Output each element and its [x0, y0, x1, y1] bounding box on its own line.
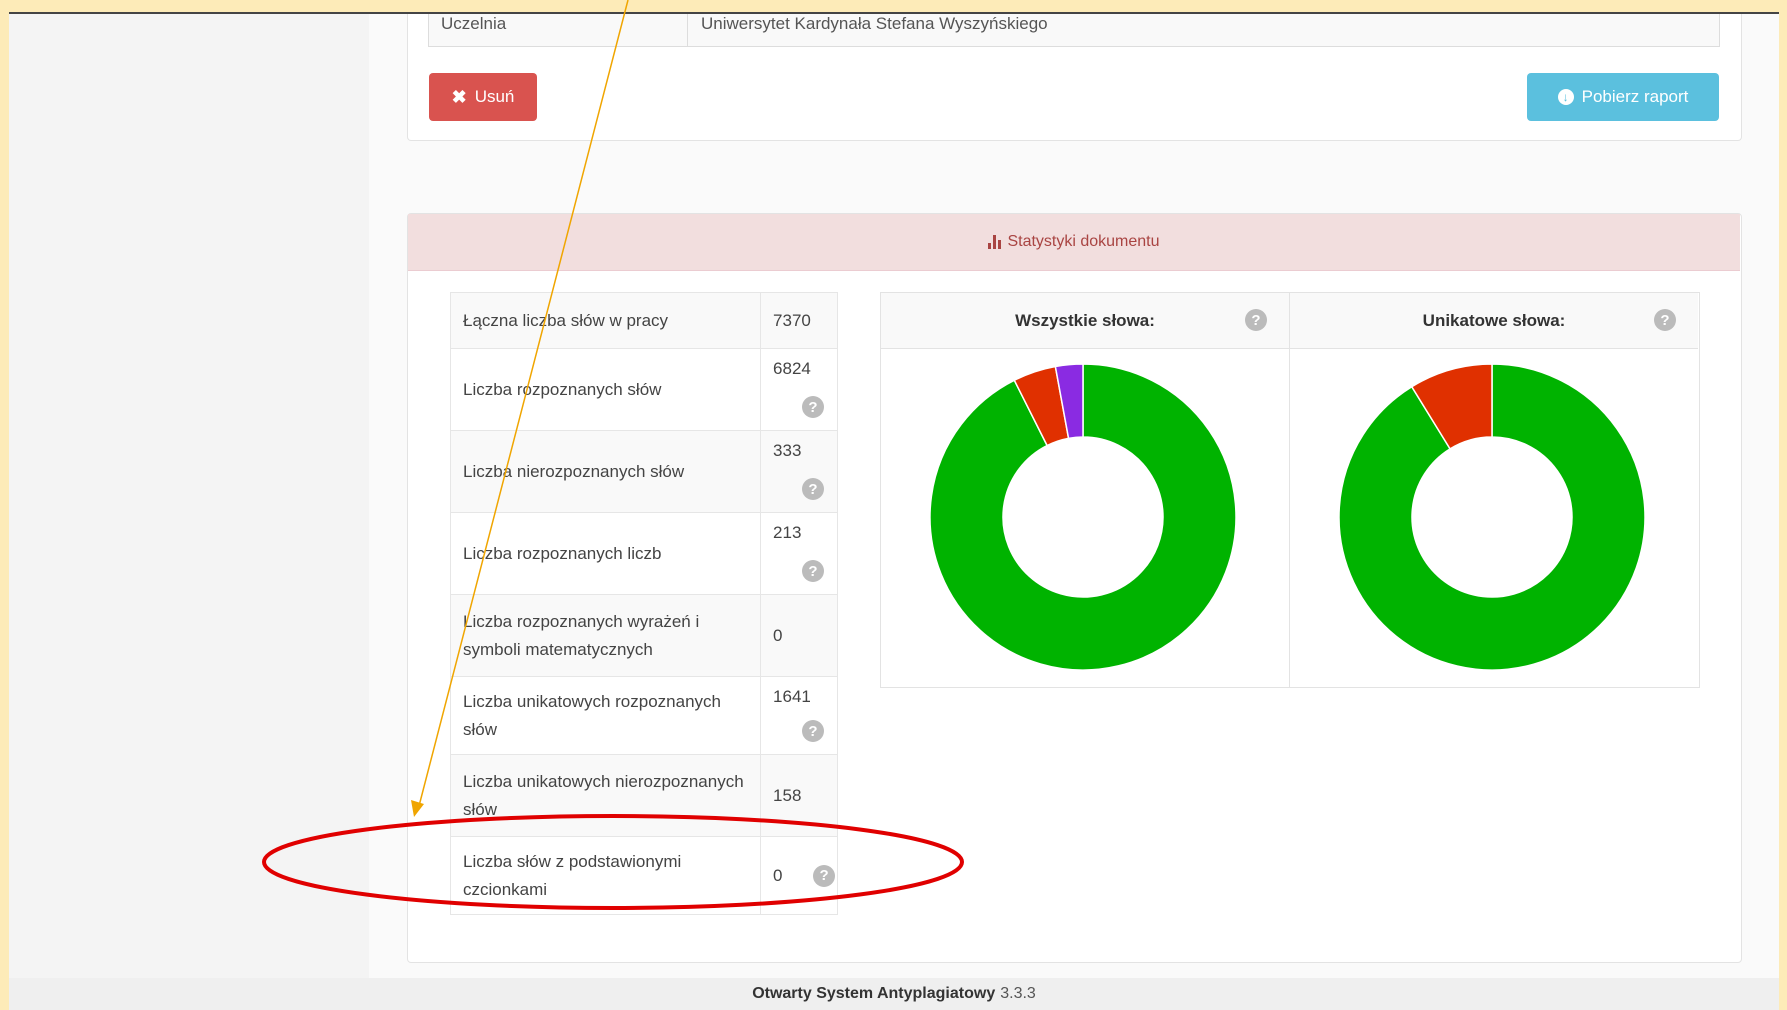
- annotation-arrow: [418, 0, 629, 807]
- annotation-overlay: [262, 0, 964, 910]
- footer: Otwarty System Antyplagiatowy 3.3.3: [9, 978, 1779, 1010]
- footer-version: 3.3.3: [1000, 985, 1036, 1002]
- annotation-arrowhead: [411, 800, 424, 817]
- annotation-ellipse: [262, 814, 964, 910]
- footer-app-name: Otwarty System Antyplagiatowy: [752, 985, 996, 1002]
